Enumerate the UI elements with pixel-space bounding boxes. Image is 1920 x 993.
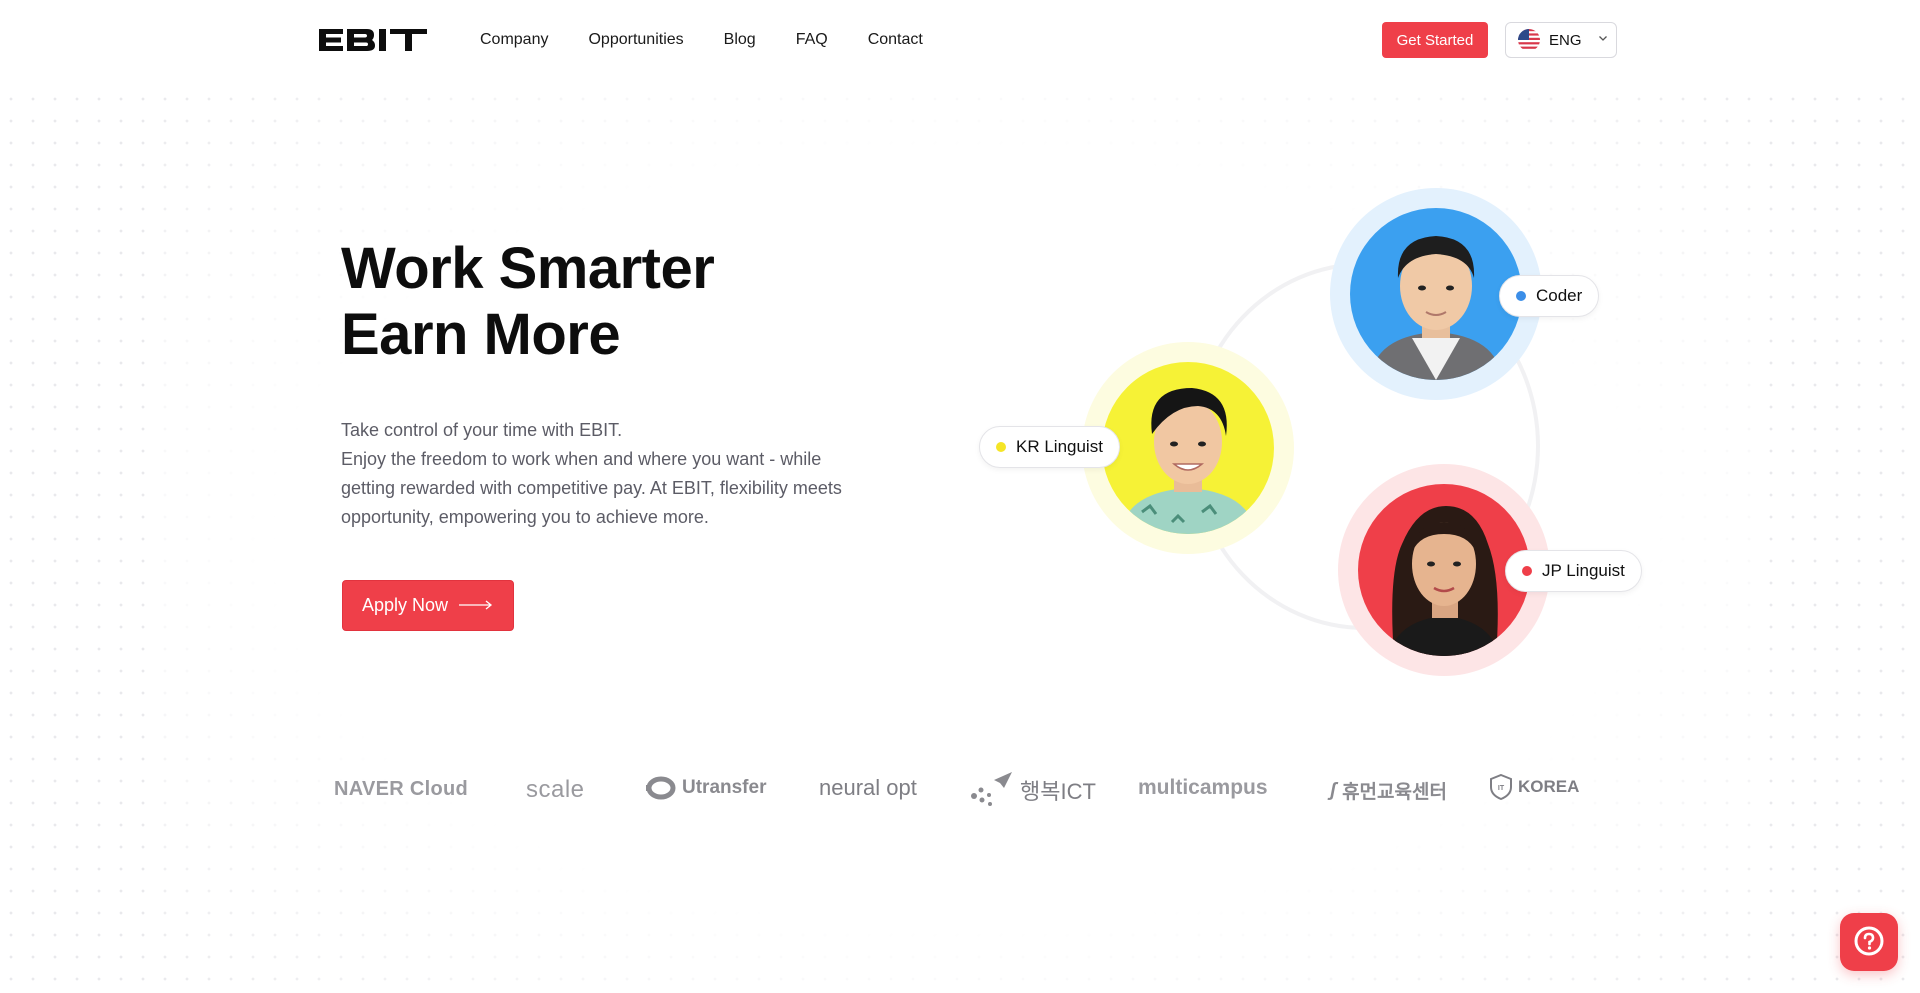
human-edu-wordmark: 휴먼교육센터 [1342, 782, 1447, 803]
happy-ict-logo: 행복ICT [968, 770, 1096, 810]
jp-linguist-dot [1522, 566, 1532, 576]
neural-opt-logo: neural opt [819, 775, 917, 800]
main-nav: Company Opportunities Blog FAQ Contact [480, 28, 923, 52]
us-flag-icon [1518, 29, 1540, 51]
human-edu-mark-icon: ʃ [1330, 779, 1337, 801]
coder-tag: Coder [1499, 275, 1600, 317]
coder-avatar [1350, 208, 1522, 380]
human-education-center-logo: ʃ 휴먼교육센터 [1330, 777, 1447, 804]
ebit-logo[interactable] [317, 27, 429, 53]
korea-wordmark: KOREA [1518, 777, 1580, 796]
nav-link-blog[interactable]: Blog [724, 28, 756, 52]
coder-dot [1516, 291, 1526, 301]
hero-description-line: getting rewarded with competitive pay. A… [341, 478, 842, 498]
kr-linguist-avatar [1102, 362, 1274, 534]
utransfer-logo: Utransfer [646, 776, 766, 800]
ebit-logo-mark [319, 29, 427, 51]
arrow-right-icon [458, 595, 494, 616]
partner-logos: NAVER Cloud scale Utransfer neural opt 행… [330, 770, 1580, 820]
help-button[interactable] [1840, 913, 1898, 971]
apply-now-button[interactable]: Apply Now [342, 580, 514, 631]
nav-link-company[interactable]: Company [480, 28, 548, 52]
hero-title-line: Earn More [341, 302, 621, 367]
hero-description-line: Take control of your time with EBIT. [341, 420, 623, 440]
happy-ict-wordmark: 행복ICT [1020, 779, 1096, 804]
happy-ict-mark-icon [971, 772, 1012, 806]
hero-description-line: opportunity, empowering you to achieve m… [341, 507, 709, 527]
korea-it-logo: IT KOREA [1490, 774, 1579, 800]
utransfer-mark-icon [646, 776, 676, 800]
top-navigation: Company Opportunities Blog FAQ Contact G… [0, 0, 1920, 80]
nav-link-contact[interactable]: Contact [868, 28, 923, 52]
shield-icon: IT [1490, 774, 1512, 800]
coder-label: Coder [1536, 286, 1583, 305]
hero-title: Work Smarter Earn More [341, 236, 715, 368]
multicampus-logo: multicampus [1138, 776, 1268, 799]
apply-now-label: Apply Now [361, 595, 449, 615]
language-selector[interactable]: ENG [1505, 22, 1617, 58]
svg-text:IT: IT [1498, 785, 1505, 792]
hero-title-line: Work Smarter [341, 236, 715, 301]
chevron-down-icon [1597, 31, 1609, 49]
scale-logo: scale [526, 776, 585, 803]
jp-linguist-label: JP Linguist [1542, 561, 1625, 580]
naver-cloud-logo: NAVER Cloud [334, 778, 469, 800]
kr-linguist-label: KR Linguist [1016, 437, 1103, 456]
jp-linguist-tag: JP Linguist [1505, 550, 1642, 592]
kr-linguist-dot [996, 442, 1006, 452]
hero-description: Take control of your time with EBIT. Enj… [341, 416, 901, 532]
kr-linguist-tag: KR Linguist [979, 426, 1120, 468]
hero-description-line: Enjoy the freedom to work when and where… [341, 449, 822, 469]
language-code: ENG [1549, 31, 1582, 49]
nav-link-faq[interactable]: FAQ [796, 28, 828, 52]
nav-link-opportunities[interactable]: Opportunities [588, 28, 683, 52]
utransfer-wordmark: Utransfer [682, 777, 767, 798]
get-started-button[interactable]: Get Started [1382, 22, 1488, 58]
question-icon [1854, 926, 1884, 959]
